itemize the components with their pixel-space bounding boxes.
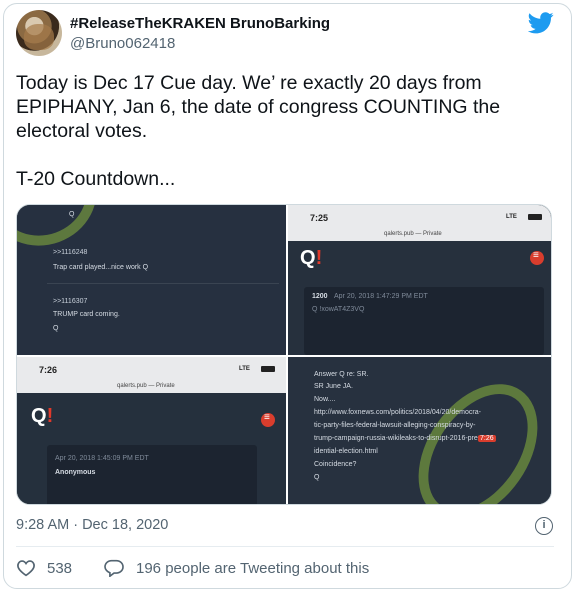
media-divider-horizontal: [17, 355, 551, 357]
menu-button[interactable]: [261, 412, 275, 427]
post-trip: Q !xowAT4Z3VQ: [312, 306, 365, 313]
post-divider: [47, 283, 279, 284]
tweet-text: Today is Dec 17 Cue day. We’ re exactly …: [16, 71, 556, 191]
q-logo-mark: !: [46, 405, 54, 427]
twitter-bird-icon[interactable]: [528, 12, 554, 34]
q-logo-mark: !: [315, 247, 323, 269]
menu-button[interactable]: [530, 250, 544, 265]
browser-url: qalerts.pub — Private: [117, 383, 175, 389]
status-clock: 7:26: [39, 365, 58, 375]
green-scribble: [394, 361, 551, 504]
post-text-2: TRUMP card coming.: [53, 311, 120, 318]
status-clock: 7:25: [310, 213, 329, 223]
media-image-1[interactable]: Q >>1116248 Trap card played...nice work…: [17, 205, 286, 355]
post-date: Apr 20, 2018 1:45:09 PM EDT: [55, 455, 149, 462]
post-sign: Q: [53, 325, 59, 332]
user-handle[interactable]: @Bruno062418: [70, 35, 175, 52]
post-line-2: SR June JA.: [314, 383, 353, 390]
battery-icon: [261, 366, 275, 372]
media-image-2[interactable]: 7:25 LTE qalerts.pub — Private Q! 1200 A…: [288, 205, 551, 355]
media-grid[interactable]: Q >>1116248 Trap card played...nice work…: [16, 204, 552, 505]
tweet-line-1: Today is Dec 17 Cue day. We’ re exactly …: [16, 72, 482, 94]
q-logo-letter: Q: [300, 247, 316, 269]
post-line-7: idential-election.html: [314, 448, 378, 455]
browser-url: qalerts.pub — Private: [384, 231, 442, 237]
status-signal: LTE: [506, 214, 517, 220]
post-sign-top: Q: [69, 211, 75, 218]
media-image-3[interactable]: 7:26 LTE qalerts.pub — Private Q! Apr 20…: [17, 357, 286, 504]
post-date: Apr 20, 2018 1:47:29 PM EDT: [334, 293, 428, 300]
q-logo-letter: Q: [31, 405, 47, 427]
media-image-4[interactable]: Answer Q re: SR. SR June JA. Now.... htt…: [288, 357, 551, 504]
post-line-8: Coincidence?: [314, 461, 357, 468]
post-line-3: Now....: [314, 396, 336, 403]
speech-bubble-icon[interactable]: [104, 559, 124, 577]
display-name[interactable]: #ReleaseTheKRAKEN BrunoBarking: [70, 15, 330, 32]
post-author: Anonymous: [55, 469, 96, 476]
q-logo: Q!: [31, 405, 53, 428]
avatar[interactable]: [16, 10, 62, 56]
post-number: 1200: [312, 293, 328, 300]
q-logo: Q!: [300, 247, 322, 270]
post-text-1: Trap card played...nice work Q: [53, 264, 149, 271]
post-line-4: http://www.foxnews.com/politics/2018/04/…: [314, 409, 481, 416]
battery-icon: [528, 214, 542, 220]
divider: [16, 546, 554, 547]
post-highlight-badge: 7:26: [478, 435, 496, 442]
tweeting-about-link[interactable]: 196 people are Tweeting about this: [136, 560, 369, 577]
like-count[interactable]: 538: [47, 560, 72, 577]
post-ref-1: >>1116248: [53, 249, 88, 256]
post-line-9: Q: [314, 474, 320, 481]
tweet-line-2: EPIPHANY, Jan 6, the date of congress CO…: [16, 96, 501, 118]
heart-icon[interactable]: [16, 559, 36, 577]
post-ref-2: >>1116307: [53, 298, 88, 305]
post-line-5: tic-party-files-federal-lawsuit-alleging…: [314, 422, 476, 429]
tweet-line-3: electoral votes.: [16, 120, 148, 142]
post-line-1: Answer Q re: SR.: [314, 371, 369, 378]
tweet-timestamp[interactable]: 9:28 AM · Dec 18, 2020: [16, 517, 168, 533]
tweet-line-4: T-20 Countdown...: [16, 168, 176, 190]
post-line-6: trump-campaign-russia-wikileaks-to-disru…: [314, 435, 484, 442]
status-signal: LTE: [239, 366, 250, 372]
info-icon[interactable]: i: [535, 517, 553, 535]
